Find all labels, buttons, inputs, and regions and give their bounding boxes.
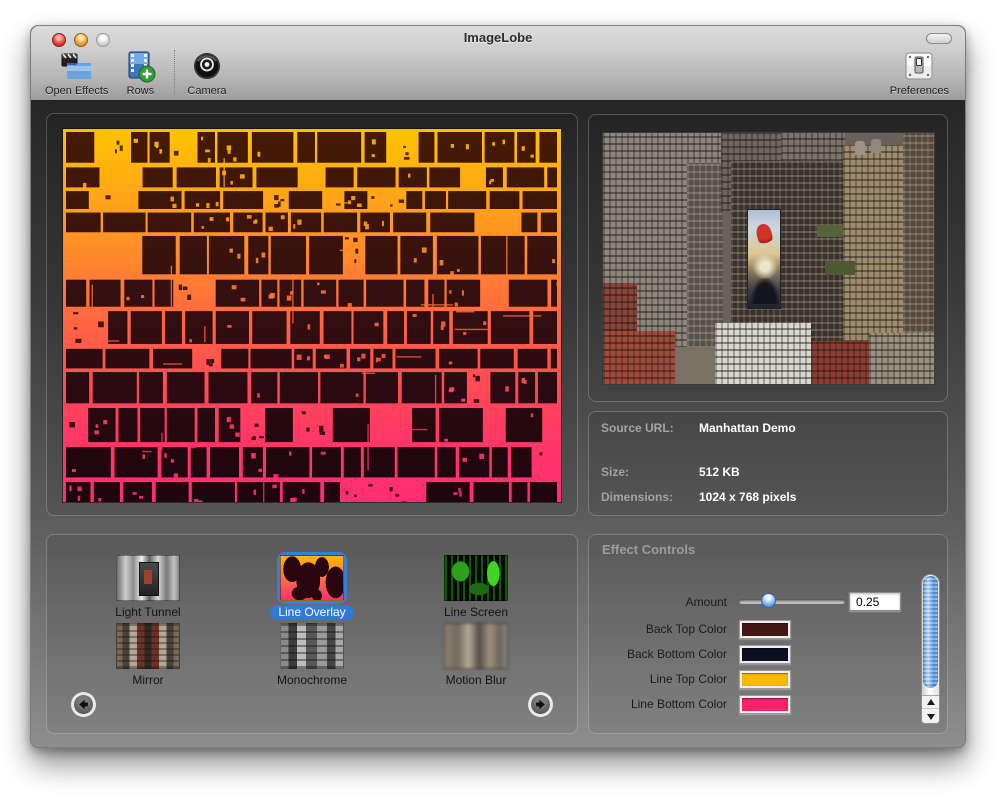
source-info-panel: Source URL: Manhattan Demo Size: 512 KB … [588, 411, 948, 516]
size-label: Size: [601, 465, 693, 479]
rows-label: Rows [127, 85, 155, 97]
preferences-button[interactable]: Preferences [890, 50, 949, 97]
back-bottom-color-well[interactable] [739, 645, 791, 664]
effects-folder-icon [59, 50, 95, 84]
effect-label: Monochrome [269, 673, 355, 688]
line-bottom-color-label: Line Bottom Color [589, 697, 727, 711]
camera-button[interactable]: Camera [187, 50, 226, 97]
source-image [602, 132, 935, 385]
window-title: ImageLobe [31, 30, 965, 45]
dimensions-value: 1024 x 768 pixels [699, 490, 796, 504]
effect-item-line-overlay[interactable]: Line Overlay [242, 552, 382, 618]
line-bottom-color-well[interactable] [739, 695, 791, 714]
scroll-up-button[interactable] [922, 696, 939, 709]
content-area: Source URL: Manhattan Demo Size: 512 KB … [31, 101, 965, 747]
motion-blur-thumbnail [444, 623, 508, 669]
preferences-switch-icon [901, 50, 937, 84]
light-tunnel-thumbnail [116, 555, 180, 601]
size-value: 512 KB [699, 465, 740, 479]
effects-browser-panel: Light Tunnel Line Overlay Line Screen Mi… [46, 534, 578, 734]
toolbar-separator [174, 50, 175, 94]
camera-label: Camera [187, 85, 226, 97]
processed-image [62, 128, 562, 503]
effect-controls-panel: Effect Controls Amount Back Top Color Ba… [588, 534, 948, 734]
arrow-right-icon [533, 697, 548, 712]
amount-slider-knob[interactable] [761, 593, 776, 608]
preview-panel [46, 113, 578, 516]
source-panel [588, 114, 948, 402]
effect-label: Line Screen [436, 605, 516, 620]
controls-scrollbar[interactable] [921, 574, 940, 724]
arrow-left-icon [76, 697, 91, 712]
amount-label: Amount [589, 595, 727, 609]
effect-item-motion-blur[interactable]: Motion Blur [406, 620, 546, 686]
scroll-down-button[interactable] [922, 710, 939, 723]
effect-label: Light Tunnel [107, 605, 188, 620]
line-overlay-thumbnail [280, 555, 344, 601]
effect-label: Line Overlay [270, 605, 353, 620]
effect-item-light-tunnel[interactable]: Light Tunnel [78, 552, 218, 618]
monochrome-thumbnail [280, 623, 344, 669]
line-top-color-well[interactable] [739, 670, 791, 689]
back-bottom-color-label: Back Bottom Color [589, 647, 727, 661]
effect-controls-title: Effect Controls [602, 542, 695, 557]
film-rows-icon [122, 50, 158, 84]
app-window: ImageLobe Open Effects [30, 25, 966, 748]
effect-item-line-screen[interactable]: Line Screen [406, 552, 546, 618]
effect-item-monochrome[interactable]: Monochrome [242, 620, 382, 686]
spiderman-billboard [747, 209, 781, 309]
next-effects-button[interactable] [528, 692, 553, 717]
source-url-label: Source URL: [601, 421, 693, 435]
line-screen-thumbnail [444, 555, 508, 601]
open-effects-button[interactable]: Open Effects [45, 50, 108, 97]
back-top-color-label: Back Top Color [589, 622, 727, 636]
toolbar-toggle-button[interactable] [926, 33, 952, 44]
toolbar: Open Effects [45, 50, 951, 100]
previous-effects-button[interactable] [71, 692, 96, 717]
source-url-value: Manhattan Demo [699, 421, 796, 435]
mirror-thumbnail [116, 623, 180, 669]
amount-value-field[interactable] [849, 592, 901, 611]
camera-icon [189, 50, 225, 84]
effect-label: Mirror [124, 673, 171, 688]
back-top-color-well[interactable] [739, 620, 791, 639]
scrollbar-thumb[interactable] [923, 576, 938, 688]
preferences-label: Preferences [890, 85, 949, 97]
dimensions-label: Dimensions: [601, 490, 693, 504]
rows-button[interactable]: Rows [122, 50, 158, 97]
window-header: ImageLobe Open Effects [31, 26, 965, 101]
open-effects-label: Open Effects [45, 85, 108, 97]
effect-item-mirror[interactable]: Mirror [78, 620, 218, 686]
line-top-color-label: Line Top Color [589, 672, 727, 686]
effect-label: Motion Blur [438, 673, 515, 688]
amount-slider[interactable] [739, 599, 845, 604]
